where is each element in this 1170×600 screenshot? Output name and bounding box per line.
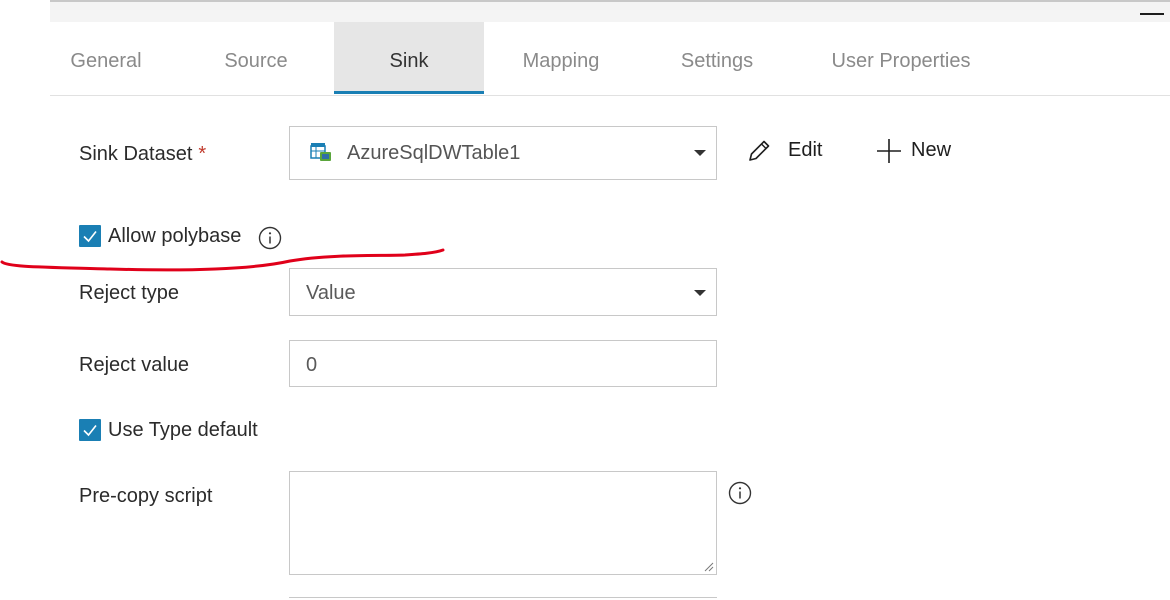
top-strip [50,0,1170,22]
edit-label: Edit [788,139,823,161]
sink-dataset-value: AzureSqlDWTable1 [347,142,521,164]
checkmark-icon [83,231,97,243]
info-icon[interactable] [258,226,282,250]
pencil-icon [749,140,770,161]
allow-polybase-checkbox[interactable] [79,225,101,247]
sink-dataset-dropdown[interactable]: AzureSqlDWTable1 [289,126,717,180]
allow-polybase-label: Allow polybase [108,225,242,247]
checkmark-icon [83,425,97,437]
tab-user-properties[interactable]: User Properties [816,22,986,94]
use-type-default-checkbox[interactable] [79,419,101,441]
reject-type-dropdown[interactable]: Value [289,268,717,316]
reject-value-label: Reject value [79,354,190,376]
resize-grip-icon[interactable] [704,562,714,572]
reject-value-text: 0 [306,354,318,376]
sink-dataset-label-text: Sink Dataset [79,143,193,165]
tab-bar: General Source Sink Mapping Settings Use… [50,22,1170,96]
minimize-icon[interactable] [1140,13,1164,15]
reject-type-value: Value [306,282,356,304]
new-label: New [911,139,952,161]
tab-mapping[interactable]: Mapping [506,22,616,94]
reject-type-label: Reject type [79,282,180,304]
pre-copy-script-textarea[interactable] [289,471,717,575]
tab-source[interactable]: Source [200,22,312,94]
sql-table-icon [310,143,331,161]
next-field-border [289,597,717,598]
tab-settings[interactable]: Settings [662,22,772,94]
sink-settings-panel: General Source Sink Mapping Settings Use… [0,0,1170,600]
chevron-down-icon [694,150,706,156]
reject-value-input[interactable]: 0 [289,340,717,387]
sink-dataset-label: Sink Dataset * [79,143,206,166]
required-marker: * [198,143,207,165]
pre-copy-script-label: Pre-copy script [79,485,213,507]
plus-icon [877,139,901,163]
chevron-down-icon [694,290,706,296]
info-icon[interactable] [728,481,752,505]
tab-sink[interactable]: Sink [334,22,484,94]
use-type-default-label: Use Type default [108,419,258,441]
tab-general[interactable]: General [50,22,162,94]
